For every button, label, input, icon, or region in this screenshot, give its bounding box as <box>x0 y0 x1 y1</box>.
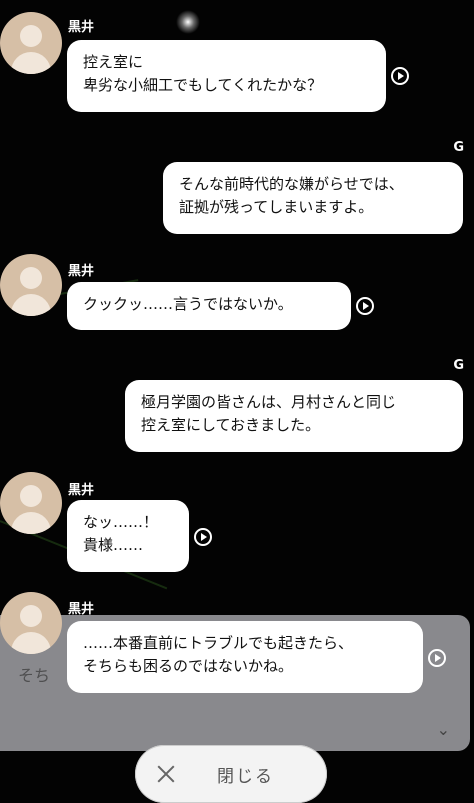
message-line: そちらも困るのではないかね。 <box>83 657 294 675</box>
speaker-name: G <box>453 358 464 373</box>
speaker-name: G <box>453 140 464 155</box>
message-line: 卑劣な小細工でもしてくれたかな？ <box>83 76 323 94</box>
chevron-down-icon: ⌄ <box>436 720 450 739</box>
message-line: 貴様…… <box>83 536 144 554</box>
stage-light <box>176 10 200 34</box>
message-bubble: 控え室に 卑劣な小細工でもしてくれたかな？ <box>67 40 386 112</box>
message-line: ……本番直前にトラブルでも起きたら、 <box>83 634 354 652</box>
message-line: 控え室に <box>83 53 144 71</box>
message-bubble: クックッ……言うではないか。 <box>67 282 351 330</box>
message-line: クックッ……言うではないか。 <box>83 295 293 313</box>
speaker-name: 黒井 <box>68 264 95 279</box>
message-line: なッ……！ <box>83 513 159 531</box>
speaker-name: 黒井 <box>68 483 95 498</box>
message-bubble: ……本番直前にトラブルでも起きたら、 そちらも困るのではないかね。 <box>67 621 423 693</box>
play-circle-icon[interactable] <box>356 297 374 315</box>
close-button-label: 閉じる <box>217 767 274 787</box>
play-circle-icon[interactable] <box>194 528 212 546</box>
person-avatar-icon <box>0 12 62 74</box>
close-x-icon <box>155 763 177 785</box>
message-bubble: そんな前時代的な嫌がらせでは、 証拠が残ってしまいますよ。 <box>163 162 463 234</box>
message-line: 極月学園の皆さんは、月村さんと同じ <box>141 393 397 411</box>
message-bubble: なッ……！ 貴様…… <box>67 500 189 572</box>
underlying-text: そち <box>18 666 51 685</box>
person-avatar-icon <box>0 254 62 316</box>
speaker-name: 黒井 <box>68 20 95 35</box>
message-line: 証拠が残ってしまいますよ。 <box>179 198 374 216</box>
message-line: 控え室にしておきました。 <box>141 416 321 434</box>
play-circle-icon[interactable] <box>428 649 446 667</box>
message-bubble: 極月学園の皆さんは、月村さんと同じ 控え室にしておきました。 <box>125 380 463 452</box>
speaker-name: 黒井 <box>68 602 95 617</box>
message-line: そんな前時代的な嫌がらせでは、 <box>179 175 404 193</box>
person-avatar-icon <box>0 592 62 654</box>
person-avatar-icon <box>0 472 62 534</box>
close-button[interactable]: 閉じる <box>135 745 327 803</box>
play-circle-icon[interactable] <box>391 67 409 85</box>
